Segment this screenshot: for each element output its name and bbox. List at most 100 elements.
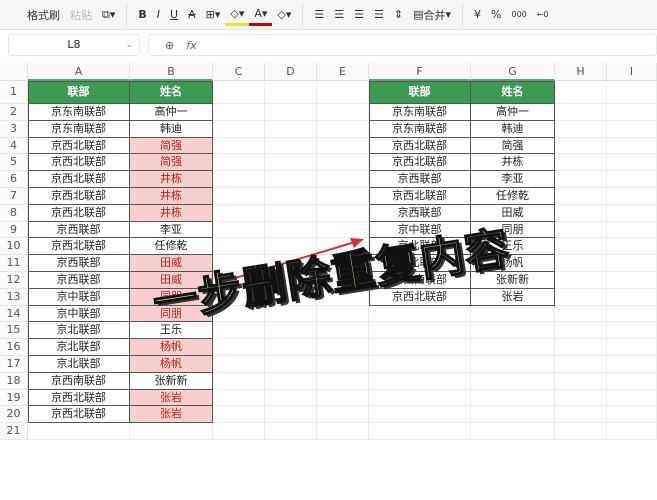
department-cell[interactable]: 京北联部 xyxy=(369,238,471,256)
cell[interactable] xyxy=(317,120,369,138)
cell[interactable] xyxy=(555,154,607,172)
cell[interactable] xyxy=(317,154,369,172)
merge-button[interactable]: ▤ 合并 ▾ xyxy=(408,4,456,26)
cell[interactable] xyxy=(265,272,317,289)
name-cell[interactable]: 韩迪 xyxy=(130,120,213,138)
cell[interactable] xyxy=(213,154,265,172)
column-header-D[interactable]: D xyxy=(265,63,317,81)
copy-icon[interactable]: ⧉▾ xyxy=(97,4,120,26)
cell[interactable] xyxy=(369,372,471,390)
cell[interactable] xyxy=(607,221,657,239)
fill-color-icon[interactable]: ◇▾ xyxy=(225,4,250,26)
cell[interactable] xyxy=(265,288,317,306)
cell[interactable] xyxy=(265,389,317,407)
cell[interactable] xyxy=(555,272,607,289)
cell[interactable] xyxy=(607,389,657,407)
name-cell[interactable]: 高仲一 xyxy=(130,104,213,121)
cell[interactable] xyxy=(265,137,317,155)
department-cell[interactable]: 京西联部 xyxy=(369,204,471,222)
cell[interactable] xyxy=(607,305,657,323)
cell[interactable] xyxy=(607,104,657,121)
department-cell[interactable]: 京西北联部 xyxy=(28,406,130,424)
department-cell[interactable]: 京中联部 xyxy=(28,288,130,306)
name-cell[interactable]: 杨帆 xyxy=(130,339,213,356)
underline-button[interactable]: U xyxy=(165,4,183,26)
cell[interactable] xyxy=(265,305,317,323)
decimal-button[interactable]: ←0 xyxy=(532,4,554,26)
cell[interactable] xyxy=(317,221,369,239)
department-cell[interactable]: 京西南联部 xyxy=(369,272,471,289)
cell[interactable] xyxy=(555,389,607,407)
cell[interactable] xyxy=(265,322,317,340)
cell[interactable] xyxy=(471,305,555,323)
currency-button[interactable]: ¥ xyxy=(469,4,486,26)
cell[interactable] xyxy=(555,120,607,138)
name-cell[interactable]: 简强 xyxy=(130,137,213,155)
cell[interactable] xyxy=(317,423,369,440)
column-header-F[interactable]: F xyxy=(369,63,471,81)
department-cell[interactable]: 京西联部 xyxy=(28,272,130,289)
cell[interactable] xyxy=(213,322,265,340)
table-header[interactable]: 姓名 xyxy=(471,81,555,104)
row-header[interactable]: 9 xyxy=(0,221,28,239)
row-header[interactable]: 6 xyxy=(0,171,28,188)
row-header[interactable]: 15 xyxy=(0,322,28,340)
name-cell[interactable]: 田威 xyxy=(130,255,213,272)
cell[interactable] xyxy=(607,406,657,424)
font-color-icon[interactable]: A▾ xyxy=(249,4,273,26)
name-cell[interactable]: 韩迪 xyxy=(471,120,555,138)
cell[interactable] xyxy=(213,339,265,356)
column-header-A[interactable]: A xyxy=(28,63,130,81)
name-cell[interactable]: 张新新 xyxy=(130,372,213,390)
cell[interactable] xyxy=(607,188,657,205)
cell[interactable] xyxy=(369,423,471,440)
cell[interactable] xyxy=(28,423,130,440)
column-header-G[interactable]: G xyxy=(471,63,555,81)
cell[interactable] xyxy=(213,81,265,104)
name-cell[interactable]: 同朋 xyxy=(471,221,555,239)
cell[interactable] xyxy=(555,406,607,424)
strikethrough-button[interactable]: A xyxy=(183,4,201,26)
cell[interactable] xyxy=(607,81,657,104)
cell[interactable] xyxy=(265,238,317,256)
cell[interactable] xyxy=(265,188,317,205)
cell[interactable] xyxy=(555,372,607,390)
cell[interactable] xyxy=(607,356,657,373)
department-cell[interactable]: 京西北联部 xyxy=(369,188,471,205)
cell[interactable] xyxy=(213,389,265,407)
cell[interactable] xyxy=(607,288,657,306)
name-cell[interactable]: 任修乾 xyxy=(130,238,213,256)
cell[interactable] xyxy=(555,204,607,222)
percent-button[interactable]: % xyxy=(486,4,506,26)
department-cell[interactable]: 京北联部 xyxy=(28,356,130,373)
cell[interactable] xyxy=(369,356,471,373)
name-cell[interactable]: 杨帆 xyxy=(471,255,555,272)
spreadsheet-grid[interactable]: A B C D E F G H I 1 2 3 4 5 6 7 8 9 10 11 12 13 14 15 16 17 18 19 20… xyxy=(0,63,657,500)
cell[interactable] xyxy=(265,372,317,390)
name-cell[interactable]: 任修乾 xyxy=(471,188,555,205)
row-header[interactable]: 4 xyxy=(0,137,28,155)
department-cell[interactable]: 京西北联部 xyxy=(28,389,130,407)
cell[interactable] xyxy=(213,255,265,272)
name-cell[interactable]: 简强 xyxy=(471,137,555,155)
cell[interactable] xyxy=(607,272,657,289)
cell[interactable] xyxy=(369,389,471,407)
row-header[interactable]: 1 xyxy=(0,81,28,104)
cell[interactable] xyxy=(213,221,265,239)
name-cell[interactable]: 井栋 xyxy=(130,188,213,205)
cell[interactable] xyxy=(317,204,369,222)
cell[interactable] xyxy=(213,204,265,222)
column-header-E[interactable]: E xyxy=(317,63,369,81)
bold-button[interactable]: B xyxy=(133,4,151,26)
department-cell[interactable]: 京西北联部 xyxy=(28,204,130,222)
department-cell[interactable]: 京东南联部 xyxy=(369,104,471,121)
department-cell[interactable]: 京中联部 xyxy=(28,305,130,323)
department-cell[interactable]: 京西北联部 xyxy=(28,188,130,205)
cell[interactable] xyxy=(213,423,265,440)
wrap-icon[interactable]: ⇕ xyxy=(389,4,408,26)
row-header[interactable]: 16 xyxy=(0,339,28,356)
department-cell[interactable]: 京西联部 xyxy=(28,255,130,272)
cell[interactable] xyxy=(213,137,265,155)
cell[interactable] xyxy=(607,255,657,272)
cell[interactable] xyxy=(555,288,607,306)
